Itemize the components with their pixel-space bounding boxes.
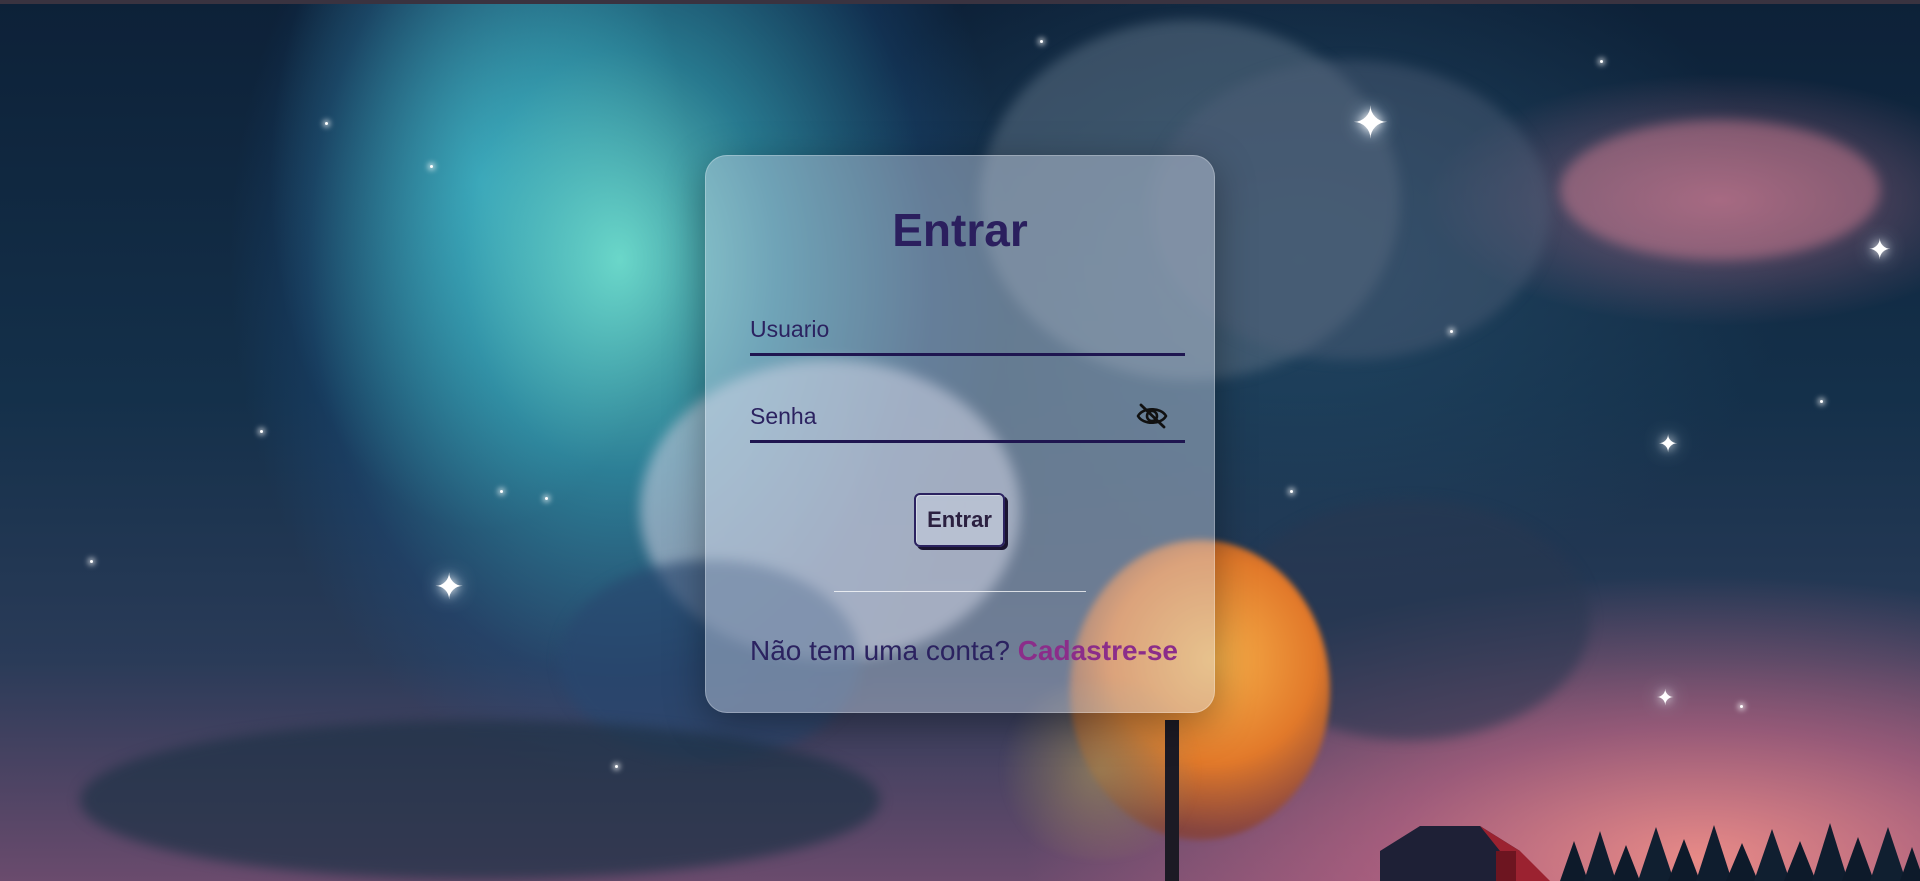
password-field <box>750 392 1185 443</box>
login-button[interactable]: Entrar <box>914 493 1005 547</box>
barn-illustration <box>1380 826 1550 881</box>
signup-link[interactable]: Cadastre-se <box>1018 635 1178 666</box>
username-field <box>750 305 1185 356</box>
signup-prompt-text: Não tem uma conta? <box>750 635 1010 666</box>
sparkle-icon: ✦ <box>1868 233 1892 266</box>
sparkle-icon: ✦ <box>1658 430 1679 458</box>
divider <box>834 591 1086 592</box>
sparkle-icon: ✦ <box>1656 686 1675 711</box>
password-input[interactable] <box>750 392 1185 440</box>
treeline-illustration <box>1560 823 1920 881</box>
username-input[interactable] <box>750 305 1185 353</box>
top-border <box>0 0 1920 4</box>
login-title: Entrar <box>892 204 1028 256</box>
sparkle-icon: ✦ <box>434 567 465 608</box>
login-card: Entrar Entrar Não tem uma conta? Cadastr… <box>705 155 1215 713</box>
eye-slash-icon[interactable] <box>1135 402 1169 430</box>
sparkle-icon: ✦ <box>1352 98 1389 149</box>
signup-prompt: Não tem uma conta? Cadastre-se <box>750 635 1178 667</box>
